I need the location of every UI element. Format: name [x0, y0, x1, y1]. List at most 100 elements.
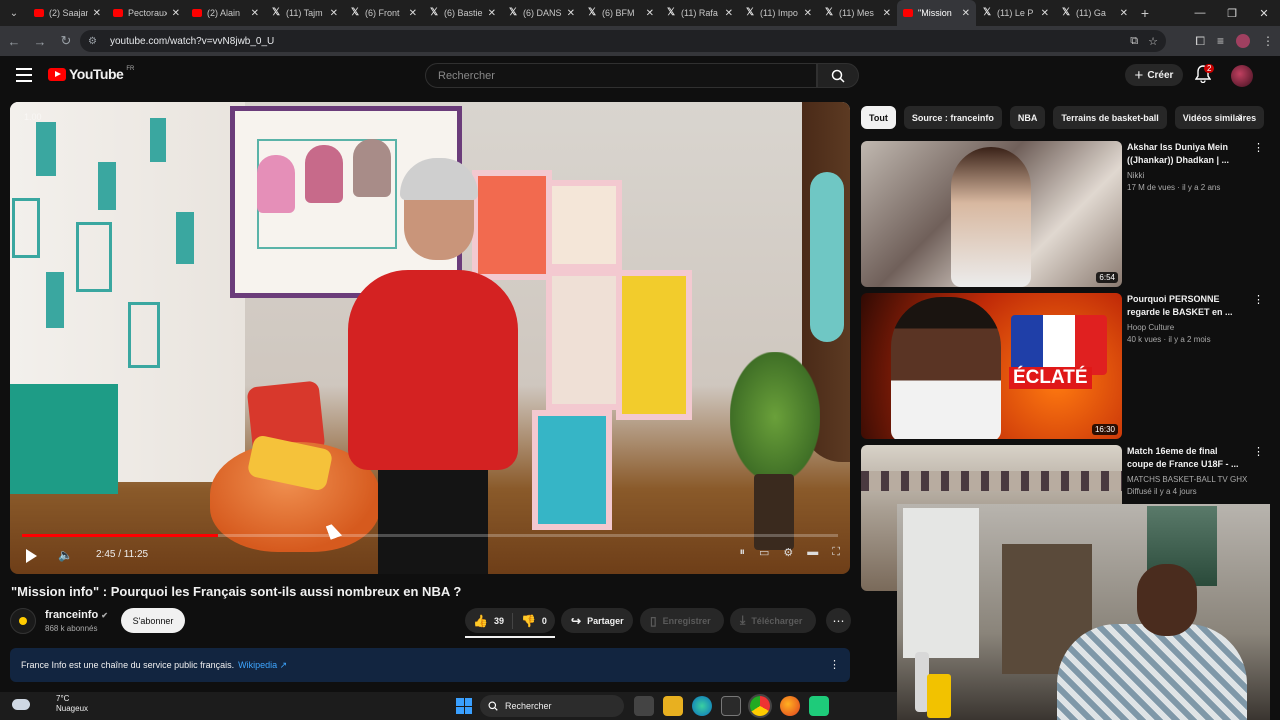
site-info-icon[interactable]: ⚙: [88, 36, 102, 47]
play-icon[interactable]: [26, 549, 37, 563]
browser-tab[interactable]: (2) Alain ✕: [186, 0, 265, 26]
task-view-icon[interactable]: [634, 696, 654, 716]
firefox-icon[interactable]: [780, 696, 800, 716]
close-window-icon[interactable]: ✕: [1248, 0, 1280, 26]
filter-chip[interactable]: Vidéos similaires: [1174, 106, 1265, 129]
edge-icon[interactable]: [692, 696, 712, 716]
windows-start-icon[interactable]: [456, 698, 472, 714]
more-actions-icon[interactable]: ⋯: [826, 608, 851, 633]
account-avatar[interactable]: [1231, 65, 1253, 87]
tab-close-icon[interactable]: ✕: [251, 8, 259, 19]
volume-icon[interactable]: 🔈: [58, 548, 73, 562]
recommendation-channel[interactable]: MATCHS BASKET-BALL TV GHX: [1127, 475, 1247, 484]
recommendation-menu-icon[interactable]: ⋮: [1253, 445, 1264, 458]
browser-tab[interactable]: "Mission ✕: [897, 0, 976, 26]
autoplay-toggle-icon[interactable]: ⏸: [740, 546, 746, 559]
recommendation-menu-icon[interactable]: ⋮: [1253, 141, 1264, 154]
recommendation-title[interactable]: Pourquoi PERSONNE regarde le BASKET en .…: [1127, 293, 1242, 319]
progress-bar[interactable]: [22, 534, 838, 537]
recommendation-thumbnail[interactable]: ÉCLATÉ 16:30: [861, 293, 1122, 439]
search-input[interactable]: Rechercher: [425, 63, 817, 88]
subtitles-icon[interactable]: ▭: [759, 546, 769, 559]
tab-close-icon[interactable]: ✕: [646, 8, 654, 19]
store-icon[interactable]: [721, 696, 741, 716]
browser-tab[interactable]: 𝕏 (11) Ga ✕: [1055, 0, 1134, 26]
cast-icon[interactable]: ⧉: [1130, 35, 1138, 48]
browser-tab[interactable]: 𝕏 (6) Front ✕: [344, 0, 423, 26]
save-button[interactable]: ▯ Enregistrer: [640, 608, 724, 633]
browser-tab[interactable]: 𝕏 (6) DANS ✕: [502, 0, 581, 26]
file-explorer-icon[interactable]: [663, 696, 683, 716]
tab-close-icon[interactable]: ✕: [409, 8, 417, 19]
taskbar-search[interactable]: Rechercher: [480, 695, 624, 717]
profile-avatar-icon[interactable]: [1236, 34, 1250, 48]
chrome-icon[interactable]: [750, 696, 770, 716]
subscribe-button[interactable]: S'abonner: [121, 608, 185, 633]
recommendation-title[interactable]: Match 16eme de final coupe de France U18…: [1127, 445, 1242, 471]
tab-organizer-icon[interactable]: ≡: [1217, 34, 1224, 48]
share-button[interactable]: ↪ Partager: [561, 608, 633, 633]
forward-arrow-icon[interactable]: →: [28, 29, 52, 53]
like-count[interactable]: 39: [494, 616, 504, 626]
settings-gear-icon[interactable]: ⚙: [783, 546, 793, 559]
thumbs-down-icon[interactable]: 👎: [521, 614, 536, 628]
extensions-puzzle-icon[interactable]: ⧠: [1195, 34, 1205, 49]
tab-close-icon[interactable]: ✕: [567, 8, 575, 19]
description-menu-icon[interactable]: ⋮: [829, 658, 840, 671]
weather-widget[interactable]: 7°C Nuageux: [12, 694, 88, 714]
youtube-logo[interactable]: YouTube FR: [48, 66, 134, 82]
browser-tab[interactable]: 𝕏 (11) Rafa ✕: [660, 0, 739, 26]
download-button[interactable]: ⤓ Télécharger: [730, 608, 816, 633]
recommendation-title[interactable]: Akshar Iss Duniya Mein ((Jhankar)) Dhadk…: [1127, 141, 1242, 167]
recommendation-menu-icon[interactable]: ⋮: [1253, 293, 1264, 306]
browser-tab[interactable]: 𝕏 (11) Le P ✕: [976, 0, 1055, 26]
create-button[interactable]: + Créer: [1125, 64, 1183, 86]
tab-close-icon[interactable]: ✕: [1120, 8, 1128, 19]
browser-tab[interactable]: 𝕏 (6) Bastie ✕: [423, 0, 502, 26]
thumbs-up-icon[interactable]: 👍: [473, 614, 488, 628]
recommendation-item[interactable]: ÉCLATÉ 16:30 Pourquoi PERSONNE regarde l…: [861, 293, 1266, 439]
tab-close-icon[interactable]: ✕: [1041, 8, 1049, 19]
messaging-app-icon[interactable]: [809, 696, 829, 716]
tab-close-icon[interactable]: ✕: [172, 8, 180, 19]
dislike-count[interactable]: 0: [542, 616, 547, 626]
recommendation-channel[interactable]: Hoop Culture: [1127, 323, 1174, 332]
browser-menu-icon[interactable]: ⋮: [1262, 34, 1274, 48]
browser-tab[interactable]: 𝕏 (11) Mes ✕: [818, 0, 897, 26]
tab-close-icon[interactable]: ✕: [93, 8, 101, 19]
filter-chip[interactable]: Source : franceinfo: [903, 106, 1002, 129]
tab-close-icon[interactable]: ✕: [804, 8, 812, 19]
filter-chip[interactable]: Tout: [861, 106, 896, 129]
video-player[interactable]: 1.00 🔈 2:45 / 11:25 ⏸ ▭ ⚙ ▬ ⛶: [10, 102, 850, 574]
channel-avatar[interactable]: [10, 608, 36, 634]
recommendation-thumbnail[interactable]: 6:54: [861, 141, 1122, 287]
chevron-right-icon[interactable]: ›: [1238, 108, 1243, 124]
address-bar[interactable]: ⚙ youtube.com/watch?v=vvN8jwb_0_U ⧉ ☆: [80, 30, 1166, 52]
maximize-icon[interactable]: ❐: [1216, 0, 1248, 26]
tab-close-icon[interactable]: ✕: [725, 8, 733, 19]
minimize-icon[interactable]: —: [1184, 0, 1216, 26]
fullscreen-icon[interactable]: ⛶: [832, 546, 840, 559]
browser-tab[interactable]: Pectoraux ✕: [107, 0, 186, 26]
notifications-button[interactable]: 2: [1194, 64, 1215, 85]
tab-close-icon[interactable]: ✕: [883, 8, 891, 19]
back-arrow-icon[interactable]: ←: [2, 29, 26, 53]
browser-tab[interactable]: (2) Saajan ✕: [28, 0, 107, 26]
reload-icon[interactable]: ↻: [54, 29, 78, 53]
filter-chip[interactable]: NBA: [1009, 106, 1046, 129]
channel-name-row[interactable]: franceinfo ✔: [45, 609, 108, 621]
tab-close-icon[interactable]: ✕: [330, 8, 338, 19]
tab-close-icon[interactable]: ✕: [962, 8, 970, 19]
browser-tab[interactable]: 𝕏 (11) Impo ✕: [739, 0, 818, 26]
recommendation-channel[interactable]: Nikki: [1127, 171, 1144, 180]
tab-close-icon[interactable]: ✕: [488, 8, 496, 19]
filter-chip[interactable]: Terrains de basket-ball: [1053, 106, 1167, 129]
search-button[interactable]: [817, 63, 859, 88]
wikipedia-link[interactable]: Wikipedia ↗: [238, 660, 287, 671]
browser-tab[interactable]: 𝕏 (11) Tajm ✕: [265, 0, 344, 26]
browser-tab[interactable]: 𝕏 (6) BFM ✕: [581, 0, 660, 26]
new-tab-button[interactable]: +: [1134, 5, 1156, 21]
theater-mode-icon[interactable]: ▬: [807, 546, 818, 559]
bookmark-star-icon[interactable]: ☆: [1148, 35, 1158, 48]
tab-search-chevron-icon[interactable]: ⌄: [0, 0, 28, 26]
